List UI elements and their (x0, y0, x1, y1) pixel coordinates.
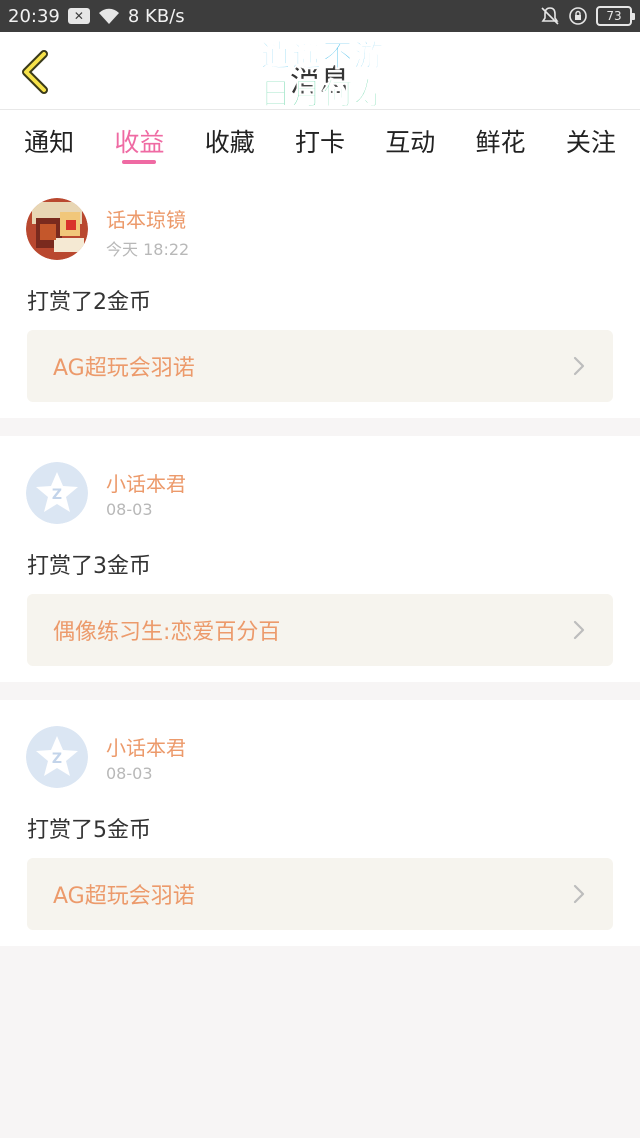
tab-interactions[interactable]: 互动 (385, 110, 435, 172)
tab-notifications[interactable]: 通知 (24, 110, 74, 172)
user-name[interactable]: 小话本君 (106, 468, 186, 497)
user-name[interactable]: 话本琼镜 (106, 204, 186, 233)
network-speed: 8 KB/s (127, 5, 185, 27)
tab-following[interactable]: 关注 (566, 110, 616, 172)
status-bar-left: 20:39 ✕ 8 KB/s (8, 6, 185, 27)
message-time: 08-03 (106, 764, 153, 783)
category-tabs: 通知 收益 收藏 打卡 互动 鲜花 关注 (0, 110, 640, 172)
reward-text: 打赏了3金币 (27, 554, 151, 579)
book-link[interactable]: AG超玩会羽诺 (27, 330, 613, 402)
chevron-right-icon (573, 884, 585, 904)
watermark-line-1: 逍遥不游 (260, 39, 385, 75)
status-bar-right: 73 (540, 6, 635, 26)
tab-flowers[interactable]: 鲜花 (476, 110, 526, 172)
book-title: AG超玩会羽诺 (53, 884, 195, 909)
rotation-lock-icon (568, 6, 588, 26)
avatar[interactable]: Z (26, 726, 88, 788)
reward-text: 打赏了2金币 (27, 290, 151, 315)
status-bar: 20:39 ✕ 8 KB/s 73 (0, 0, 640, 32)
message-card: 话本琼镜 今天 18:22 打赏了2金币 AG超玩会羽诺 (0, 172, 640, 418)
wifi-icon (98, 7, 120, 25)
battery-level: 73 (606, 9, 622, 23)
svg-text:Z: Z (52, 751, 62, 767)
book-title: AG超玩会羽诺 (53, 356, 195, 381)
message-card: Z 小话本君 08-03 打赏了3金币 偶像练习生:恋爱百分百 (0, 436, 640, 682)
reward-text: 打赏了5金币 (27, 818, 151, 843)
svg-text:Z: Z (52, 487, 62, 503)
message-time: 今天 18:22 (106, 240, 190, 259)
tab-favorites[interactable]: 收藏 (205, 110, 255, 172)
battery-indicator: 73 (596, 6, 635, 26)
user-name[interactable]: 小话本君 (106, 732, 186, 761)
book-link[interactable]: 偶像练习生:恋爱百分百 (27, 594, 613, 666)
avatar[interactable] (26, 198, 88, 260)
header-bar: 消息 逍遥不游 日月何寿 (0, 32, 640, 113)
tab-checkin[interactable]: 打卡 (295, 110, 345, 172)
avatar[interactable]: Z (26, 462, 88, 524)
status-time: 20:39 (8, 5, 60, 27)
message-time: 08-03 (106, 500, 153, 519)
close-box-icon: ✕ (67, 8, 90, 24)
mute-bell-icon (540, 6, 560, 26)
book-title: 偶像练习生:恋爱百分百 (53, 620, 281, 645)
watermark-line-2: 日月何寿 (260, 77, 385, 113)
book-link[interactable]: AG超玩会羽诺 (27, 858, 613, 930)
chevron-right-icon (573, 356, 585, 376)
watermark-text: 逍遥不游 日月何寿 (250, 32, 395, 120)
message-card: Z 小话本君 08-03 打赏了5金币 AG超玩会羽诺 (0, 700, 640, 946)
chevron-right-icon (573, 620, 585, 640)
tab-earnings[interactable]: 收益 (114, 110, 164, 172)
